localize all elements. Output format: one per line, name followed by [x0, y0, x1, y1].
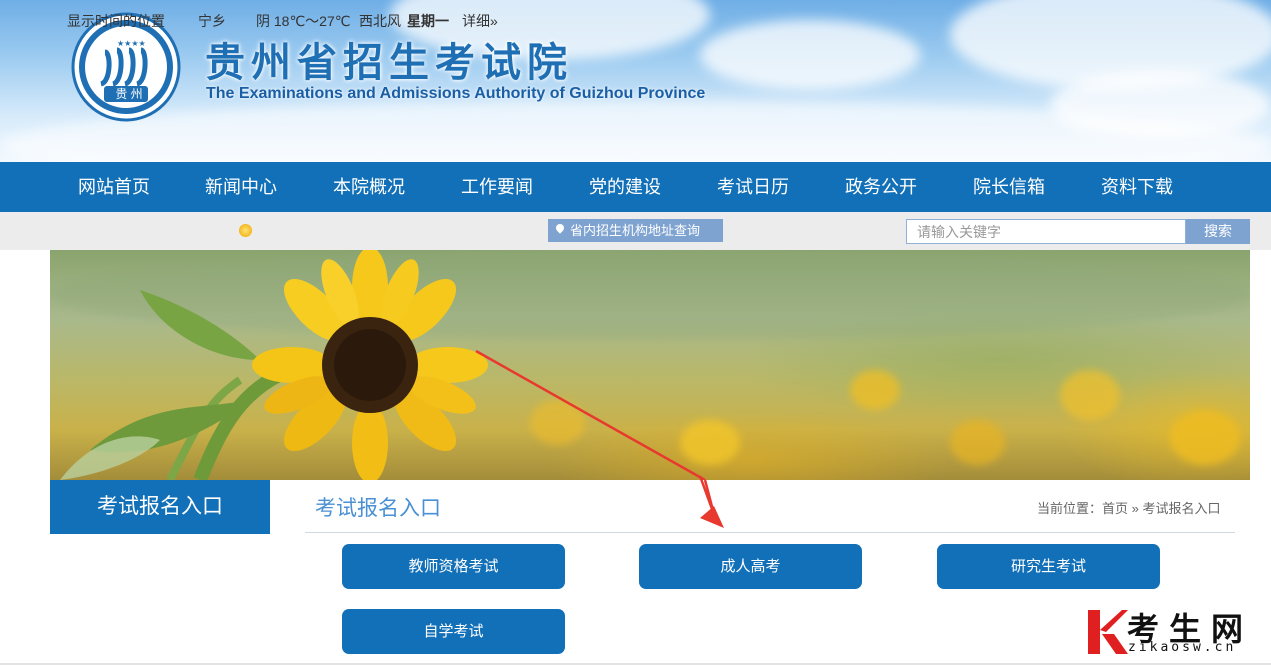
watermark-url: zikaosw.cn — [1128, 640, 1237, 655]
self-study-exam-button[interactable]: 自学考试 — [342, 609, 565, 654]
nav-item-calendar[interactable]: 考试日历 — [717, 162, 789, 212]
section-side-title: 考试报名入口 — [50, 480, 270, 534]
weather-weekday: 星期一 — [407, 13, 449, 29]
nav-item-mailbox[interactable]: 院长信箱 — [973, 162, 1045, 212]
nav-item-party[interactable]: 党的建设 — [589, 162, 661, 212]
weather-temperature: 阴 18℃～27℃ — [256, 13, 351, 29]
search-input[interactable] — [906, 219, 1186, 244]
weather-sun-icon — [239, 224, 252, 237]
address-query-button[interactable]: 省内招生机构地址查询 — [548, 219, 723, 242]
graduate-exam-button[interactable]: 研究生考试 — [937, 544, 1160, 589]
nav-item-gov-info[interactable]: 政务公开 — [845, 162, 917, 212]
annotation-arrow — [475, 349, 706, 480]
page-title: 考试报名入口 — [315, 497, 441, 520]
cloud-decoration — [700, 20, 920, 90]
weather-wind: 西北风 — [359, 13, 401, 29]
nav-item-home[interactable]: 网站首页 — [78, 162, 150, 212]
location-pin-icon — [554, 222, 566, 234]
adult-college-exam-button[interactable]: 成人高考 — [639, 544, 862, 589]
weather-city: 宁乡 — [198, 13, 226, 29]
time-location-label: 显示时间的位置 — [67, 13, 165, 29]
title-divider — [305, 532, 1235, 533]
svg-text:★★★★: ★★★★ — [117, 39, 146, 48]
nav-item-downloads[interactable]: 资料下载 — [1101, 162, 1173, 212]
search-button[interactable]: 搜索 — [1186, 219, 1250, 244]
sunflower-banner-image — [50, 250, 1250, 480]
nav-item-work-news[interactable]: 工作要闻 — [461, 162, 533, 212]
site-header — [0, 0, 1271, 162]
nav-item-about[interactable]: 本院概况 — [333, 162, 405, 212]
site-title: 贵州省招生考试院 — [205, 39, 573, 86]
address-query-label: 省内招生机构地址查询 — [570, 223, 701, 238]
nav-item-news[interactable]: 新闻中心 — [205, 162, 277, 212]
watermark-k-logo-icon — [1088, 610, 1128, 654]
teacher-qualification-exam-button[interactable]: 教师资格考试 — [342, 544, 565, 589]
weather-detail-link[interactable]: 详细» — [462, 11, 498, 31]
bottom-divider — [0, 663, 1271, 665]
main-nav: 网站首页 新闻中心 本院概况 工作要闻 党的建设 考试日历 政务公开 院长信箱 … — [0, 162, 1271, 212]
site-subtitle: The Examinations and Admissions Authorit… — [206, 85, 706, 102]
breadcrumb[interactable]: 当前位置：首页 » 考试报名入口 — [1037, 498, 1220, 517]
logo-text: 贵 州 — [115, 87, 143, 101]
